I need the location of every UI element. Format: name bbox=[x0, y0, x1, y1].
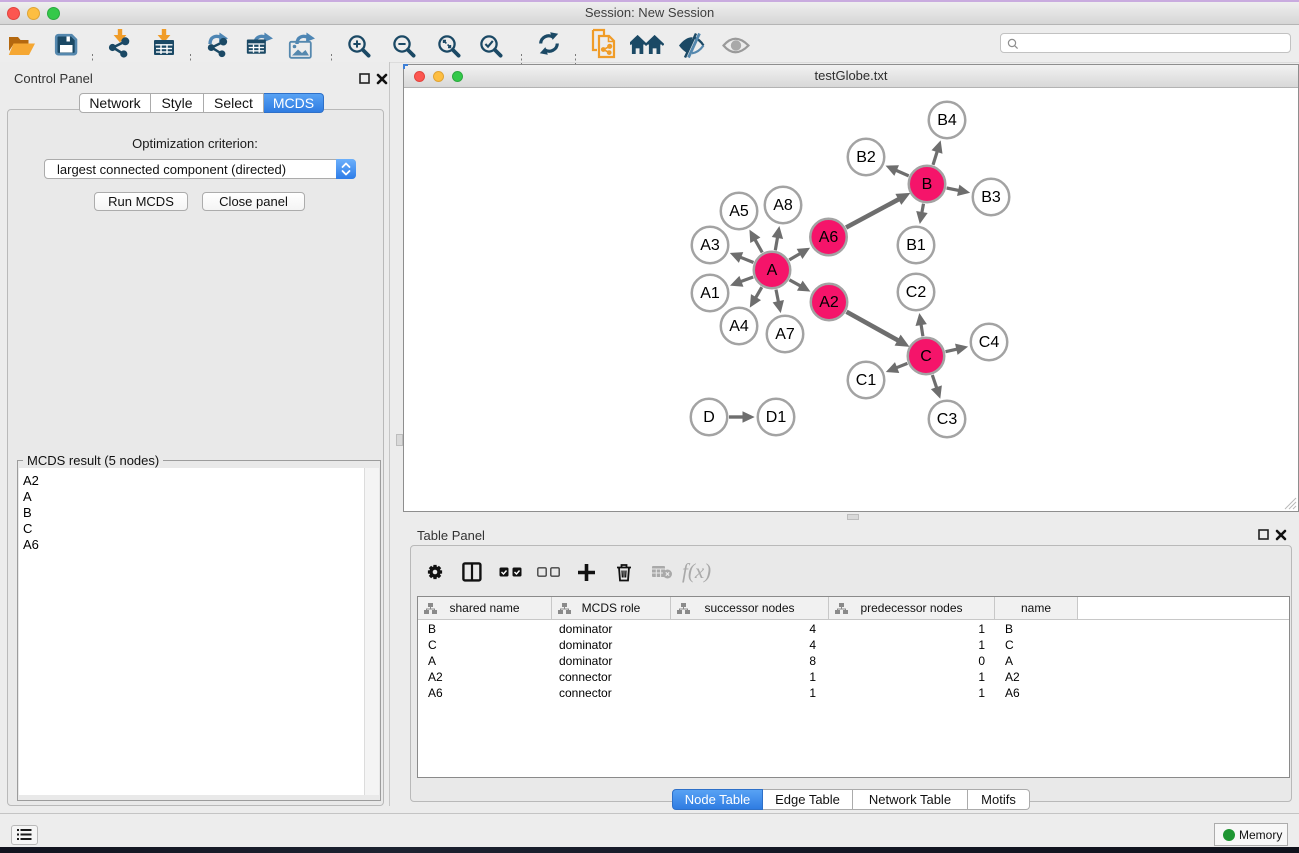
svg-text:A8: A8 bbox=[773, 197, 793, 214]
svg-text:A: A bbox=[767, 262, 778, 279]
svg-text:D1: D1 bbox=[766, 409, 787, 426]
svg-text:D: D bbox=[703, 409, 715, 426]
svg-text:B3: B3 bbox=[981, 189, 1001, 206]
svg-text:B: B bbox=[922, 176, 933, 193]
svg-text:A2: A2 bbox=[819, 294, 839, 311]
svg-text:A5: A5 bbox=[729, 203, 749, 220]
svg-text:B2: B2 bbox=[856, 149, 876, 166]
svg-text:C4: C4 bbox=[979, 334, 1000, 351]
svg-text:C: C bbox=[920, 348, 932, 365]
svg-text:C1: C1 bbox=[856, 372, 877, 389]
svg-text:A4: A4 bbox=[729, 318, 749, 335]
svg-text:B4: B4 bbox=[937, 112, 957, 129]
svg-text:C2: C2 bbox=[906, 284, 927, 301]
svg-text:A6: A6 bbox=[819, 229, 839, 246]
svg-text:C3: C3 bbox=[937, 411, 958, 428]
svg-text:A1: A1 bbox=[700, 285, 720, 302]
svg-text:B1: B1 bbox=[906, 237, 926, 254]
svg-text:A7: A7 bbox=[775, 326, 795, 343]
svg-text:A3: A3 bbox=[700, 237, 720, 254]
